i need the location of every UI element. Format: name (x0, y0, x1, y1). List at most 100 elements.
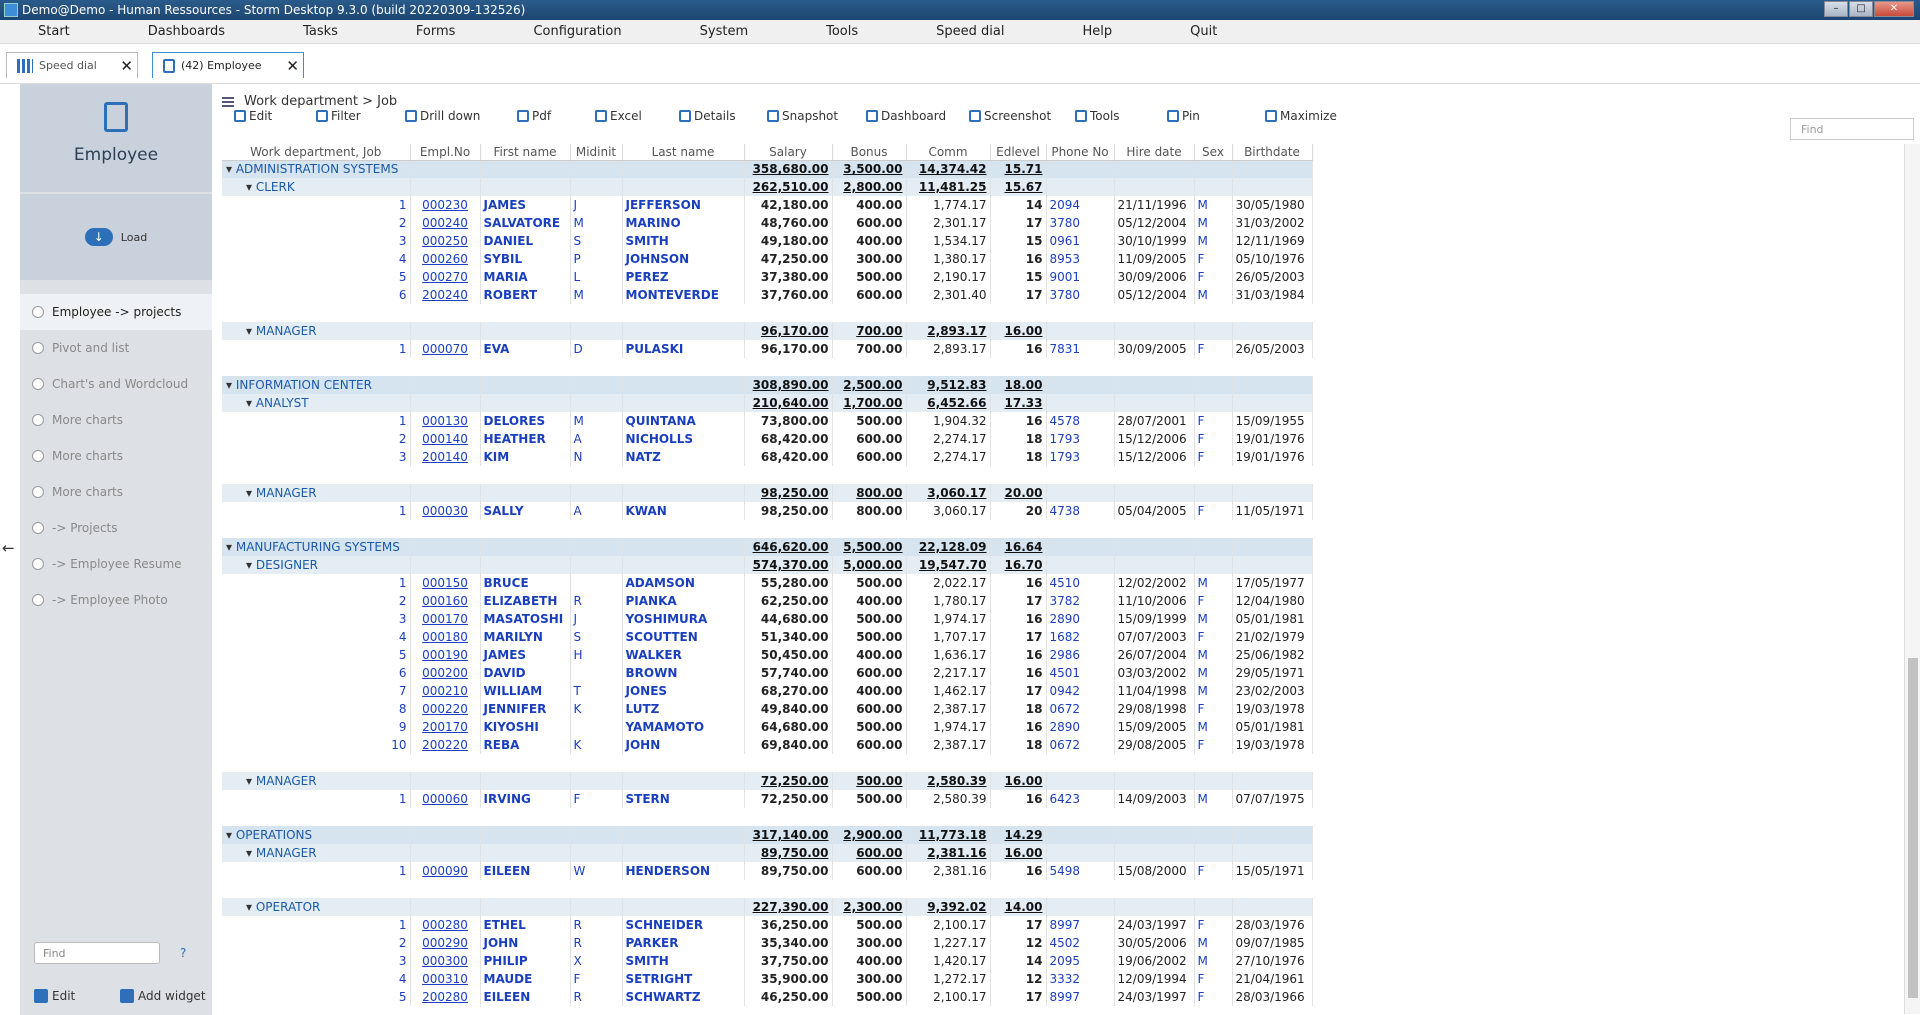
employee-number-link[interactable]: 000250 (410, 232, 481, 250)
group-label-cell[interactable]: ▾ ANALYST (222, 394, 411, 412)
scrollbar-thumb[interactable] (1908, 658, 1918, 998)
employee-number-link[interactable]: 000220 (410, 700, 481, 718)
employee-number-link[interactable]: 000090 (410, 862, 481, 880)
menu-item-tasks[interactable]: Tasks (303, 24, 338, 39)
group-label-cell[interactable]: ▾ MANAGER (222, 484, 411, 502)
employee-number-link[interactable]: 000140 (410, 430, 481, 448)
sidebar-item[interactable]: -> Employee Resume (20, 546, 212, 582)
collapse-icon[interactable]: ▾ (246, 180, 256, 194)
employee-number-link[interactable]: 000200 (410, 664, 481, 682)
toolbar-excel-button[interactable]: Excel (595, 109, 642, 123)
menu-item-speed-dial[interactable]: Speed dial (936, 24, 1004, 39)
employee-number-link[interactable]: 000160 (410, 592, 481, 610)
employee-number-link[interactable]: 200140 (410, 448, 481, 466)
employee-number-link[interactable]: 000150 (410, 574, 481, 592)
toolbar-screenshot-button[interactable]: Screenshot (969, 109, 1051, 123)
sidebar-search-input[interactable]: Find (34, 942, 160, 964)
employee-number-link[interactable]: 200280 (410, 988, 481, 1006)
minimize-button[interactable]: – (1824, 1, 1848, 17)
menu-item-tools[interactable]: Tools (826, 24, 858, 39)
edit-button[interactable]: Edit (34, 989, 75, 1003)
employee-number-link[interactable]: 200240 (410, 286, 481, 304)
group-label-cell[interactable]: ▾ ADMINISTRATION SYSTEMS (222, 160, 411, 178)
menu-item-help[interactable]: Help (1082, 24, 1112, 39)
maximize-button[interactable]: □ (1849, 1, 1873, 17)
toolbar-details-button[interactable]: Details (679, 109, 736, 123)
collapse-icon[interactable]: ▾ (226, 540, 236, 554)
close-icon[interactable]: ✕ (286, 57, 299, 75)
employee-number-link[interactable]: 000190 (410, 646, 481, 664)
employee-number-link[interactable]: 000180 (410, 628, 481, 646)
sidebar-item[interactable]: Pivot and list (20, 330, 212, 366)
help-icon[interactable]: ? (180, 946, 186, 960)
employee-number-link[interactable]: 000260 (410, 250, 481, 268)
employee-number-link[interactable]: 000130 (410, 412, 481, 430)
tab-speed-dial[interactable]: Speed dial ✕ (6, 52, 138, 78)
employee-number-link[interactable]: 000300 (410, 952, 481, 970)
column-header[interactable]: Bonus (832, 144, 907, 161)
menu-item-configuration[interactable]: Configuration (533, 24, 621, 39)
collapse-icon[interactable]: ▾ (246, 774, 256, 788)
toolbar-edit-button[interactable]: Edit (234, 109, 272, 123)
menu-item-quit[interactable]: Quit (1190, 24, 1217, 39)
sidebar-item[interactable]: -> Employee Photo (20, 582, 212, 618)
toolbar-dashboard-button[interactable]: Dashboard (866, 109, 946, 123)
employee-number-link[interactable]: 000240 (410, 214, 481, 232)
employee-number-link[interactable]: 000280 (410, 916, 481, 934)
sidebar-item[interactable]: More charts (20, 474, 212, 510)
column-header[interactable]: Midinit (570, 144, 623, 161)
sidebar-item[interactable]: Employee -> projects (20, 294, 212, 330)
group-label-cell[interactable]: ▾ OPERATOR (222, 898, 411, 916)
column-header[interactable]: Birthdate (1232, 144, 1313, 161)
arrow-left-icon[interactable]: ← (2, 539, 15, 557)
column-header[interactable]: Sex (1194, 144, 1233, 161)
collapse-icon[interactable]: ▾ (246, 324, 256, 338)
sidebar-item[interactable]: More charts (20, 402, 212, 438)
column-header[interactable]: Work department, Job (222, 144, 411, 161)
sidebar-item[interactable]: Chart's and Wordcloud (20, 366, 212, 402)
collapse-icon[interactable]: ▾ (226, 162, 236, 176)
collapse-icon[interactable]: ▾ (246, 846, 256, 860)
employee-number-link[interactable]: 000230 (410, 196, 481, 214)
employee-number-link[interactable]: 000310 (410, 970, 481, 988)
employee-number-link[interactable]: 000060 (410, 790, 481, 808)
column-header[interactable]: Phone No (1046, 144, 1115, 161)
sidebar-item[interactable]: More charts (20, 438, 212, 474)
toolbar-filter-button[interactable]: Filter (316, 109, 361, 123)
group-label-cell[interactable]: ▾ MANAGER (222, 844, 411, 862)
employee-number-link[interactable]: 000290 (410, 934, 481, 952)
employee-number-link[interactable]: 200220 (410, 736, 481, 754)
menu-item-forms[interactable]: Forms (416, 24, 456, 39)
column-header[interactable]: Comm (906, 144, 991, 161)
menu-item-dashboards[interactable]: Dashboards (148, 24, 225, 39)
vertical-scrollbar[interactable] (1904, 144, 1920, 1014)
group-label-cell[interactable]: ▾ MANAGER (222, 772, 411, 790)
toolbar-pdf-button[interactable]: Pdf (517, 109, 551, 123)
load-button[interactable]: ↓ Load (20, 194, 212, 280)
employee-number-link[interactable]: 200170 (410, 718, 481, 736)
group-label-cell[interactable]: ▾ MANAGER (222, 322, 411, 340)
employee-number-link[interactable]: 000210 (410, 682, 481, 700)
employee-number-link[interactable]: 000270 (410, 268, 481, 286)
sidebar-item[interactable]: -> Projects (20, 510, 212, 546)
employee-number-link[interactable]: 000170 (410, 610, 481, 628)
group-label-cell[interactable]: ▾ DESIGNER (222, 556, 411, 574)
find-input[interactable]: Find (1790, 118, 1914, 140)
collapse-icon[interactable]: ▾ (226, 378, 236, 392)
collapse-icon[interactable]: ▾ (226, 828, 236, 842)
collapse-icon[interactable]: ▾ (246, 900, 256, 914)
add-widget-button[interactable]: Add widget (120, 989, 206, 1003)
column-header[interactable]: Edlevel (990, 144, 1047, 161)
column-header[interactable]: Hire date (1114, 144, 1195, 161)
column-header[interactable]: Salary (744, 144, 833, 161)
toolbar-maximize-button[interactable]: Maximize (1265, 109, 1337, 123)
close-button[interactable]: ✕ (1874, 1, 1914, 17)
toolbar-snapshot-button[interactable]: Snapshot (767, 109, 838, 123)
employee-number-link[interactable]: 000030 (410, 502, 481, 520)
column-header[interactable]: Empl.No (410, 144, 481, 161)
group-label-cell[interactable]: ▾ INFORMATION CENTER (222, 376, 411, 394)
group-label-cell[interactable]: ▾ CLERK (222, 178, 411, 196)
menu-icon[interactable] (222, 96, 234, 107)
collapse-icon[interactable]: ▾ (246, 396, 256, 410)
menu-item-system[interactable]: System (700, 24, 748, 39)
